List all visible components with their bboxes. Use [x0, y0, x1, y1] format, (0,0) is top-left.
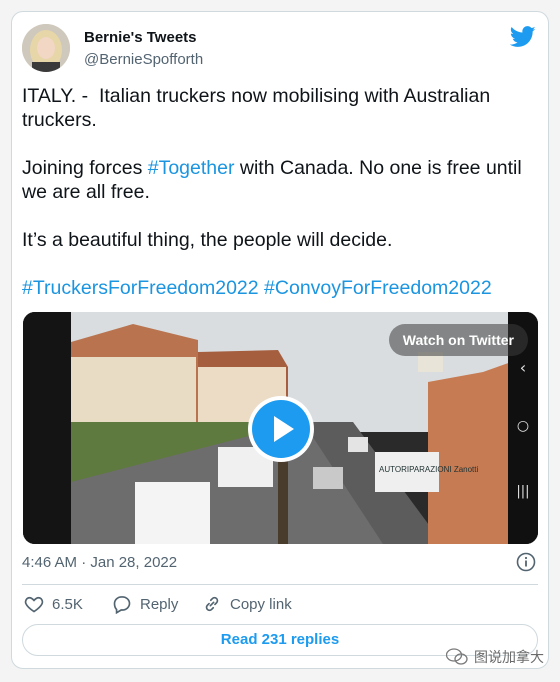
avatar[interactable]: [22, 24, 70, 72]
tweet-timestamp[interactable]: 4:46 AM · Jan 28, 2022: [22, 554, 177, 571]
reply-label: Reply: [140, 595, 179, 613]
action-bar: 6.5K Reply Copy link: [22, 592, 538, 616]
play-icon: [252, 400, 310, 458]
tweet-header: Bernie's Tweets @BernieSpofforth: [22, 24, 538, 74]
reply-button[interactable]: Reply: [112, 592, 178, 616]
link-icon: [205, 596, 219, 612]
tweet-text: ITALY. - Italian truckers now mobilising…: [22, 84, 542, 300]
reply-icon: [113, 596, 131, 614]
play-button[interactable]: [248, 396, 314, 462]
heart-icon: [24, 596, 44, 613]
hashtag-truckers[interactable]: #TruckersForFreedom2022: [22, 277, 259, 299]
watermark-text: 图说加拿大: [474, 650, 544, 666]
tweet-card: Bernie's Tweets @BernieSpofforth ITALY. …: [11, 11, 549, 669]
shop-sign-text: AUTORIPARAZIONI Zanotti: [379, 465, 479, 474]
divider: [22, 584, 538, 585]
author-handle[interactable]: @BernieSpofforth: [84, 51, 203, 68]
tweet-line2-before: Joining forces: [22, 157, 148, 179]
wechat-icon: [446, 648, 468, 665]
hashtag-convoy[interactable]: #ConvoyForFreedom2022: [264, 277, 492, 299]
back-control-icon[interactable]: ‹: [508, 358, 538, 377]
like-count: 6.5K: [52, 595, 83, 613]
tweet-line3: It’s a beautiful thing, the people will …: [22, 229, 393, 251]
home-control-icon[interactable]: ○: [508, 418, 538, 434]
video-media[interactable]: AUTORIPARAZIONI Zanotti ‹ ○ ||| Watch on…: [23, 312, 538, 544]
menu-control-icon[interactable]: |||: [508, 484, 538, 499]
info-icon[interactable]: [516, 552, 536, 572]
watch-on-twitter-button[interactable]: Watch on Twitter: [388, 324, 528, 356]
copy-link-button[interactable]: Copy link: [202, 592, 292, 616]
copy-link-label: Copy link: [230, 595, 292, 613]
author-name[interactable]: Bernie's Tweets: [84, 29, 197, 46]
hashtag-together[interactable]: #Together: [148, 157, 235, 179]
watermark: 图说加拿大: [446, 646, 544, 668]
like-button[interactable]: 6.5K: [24, 592, 83, 616]
tweet-line1: ITALY. - Italian truckers now mobilising…: [22, 85, 496, 131]
twitter-bird-icon[interactable]: [510, 26, 536, 48]
